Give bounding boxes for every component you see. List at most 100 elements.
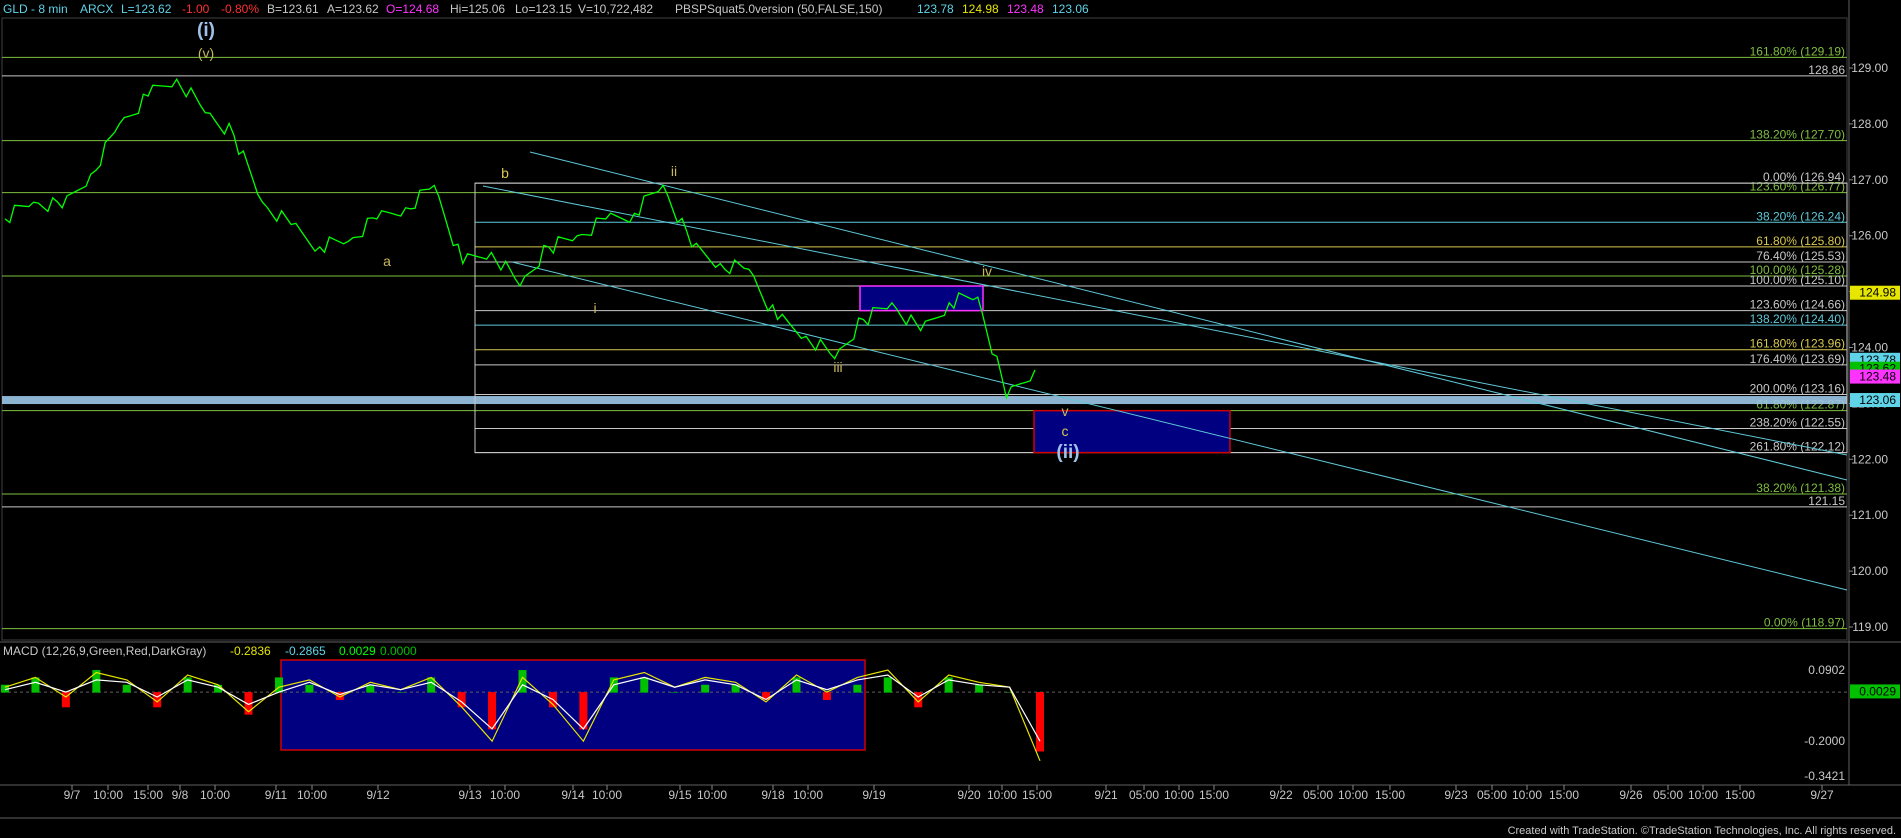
- fib-level-label: 38.20% (126.24): [1756, 209, 1845, 223]
- price-tag-label: 124.98: [1859, 286, 1896, 300]
- price-panel-frame: [1, 17, 1848, 641]
- macd-histogram-bar: [853, 684, 862, 693]
- x-tick-label: 9/15: [668, 788, 692, 802]
- x-tick-label: 05:00: [1303, 788, 1333, 802]
- wave-label: ii: [671, 163, 677, 179]
- x-tick-label: 9/22: [1269, 788, 1293, 802]
- macd-histogram-bar: [883, 677, 892, 693]
- x-tick-label: 9/21: [1094, 788, 1118, 802]
- wave-label: (i): [197, 20, 215, 41]
- y-tick-label: 120.00: [1851, 564, 1888, 578]
- x-tick-label: 9/19: [862, 788, 886, 802]
- price-tag-label: 123.48: [1859, 370, 1896, 384]
- macd-histogram-bar: [640, 677, 649, 693]
- x-tick-label: 15:00: [1022, 788, 1052, 802]
- macd-histogram-bar: [305, 684, 314, 693]
- fib-level-label: 123.60% (124.66): [1750, 298, 1845, 312]
- x-tick-label: 15:00: [1725, 788, 1755, 802]
- x-tick-label: 9/8: [172, 788, 189, 802]
- x-tick-label: 10:00: [200, 788, 230, 802]
- macd-histogram-bar: [670, 692, 679, 693]
- high-price: Hi=125.06: [450, 2, 505, 16]
- target-box-small: [859, 285, 984, 312]
- y-tick-label: 119.00: [1852, 620, 1888, 634]
- macd-value-3: 0.0029: [339, 644, 376, 658]
- fib-level-label: 238.20% (122.55): [1750, 416, 1845, 430]
- macd-y-tick-label: 0.0902: [1808, 663, 1845, 677]
- wave-label: c: [1062, 423, 1069, 439]
- macd-label: MACD (12,26,9,Green,Red,DarkGray): [3, 644, 206, 658]
- x-tick-label: 15:00: [1549, 788, 1579, 802]
- fib-level-label: 128.86: [1808, 63, 1845, 77]
- net-change: -1.00: [182, 2, 210, 16]
- price-tag-label: 123.06: [1859, 393, 1896, 407]
- macd-histogram-bar: [822, 692, 831, 700]
- channel-line: [511, 261, 1848, 591]
- macd-histogram-bar: [488, 692, 497, 730]
- fib-level-label: 161.80% (123.96): [1750, 337, 1845, 351]
- volume-label: V=10,722,482: [578, 2, 653, 16]
- x-tick-label: 10:00: [93, 788, 123, 802]
- x-tick-label: 05:00: [1477, 788, 1507, 802]
- wave-label: v: [1062, 403, 1069, 419]
- x-tick-label: 15:00: [1199, 788, 1229, 802]
- x-tick-label: 10:00: [987, 788, 1017, 802]
- indicator-value-3: 123.48: [1007, 2, 1044, 16]
- macd-header: MACD (12,26,9,Green,Red,DarkGray) -0.283…: [3, 644, 417, 658]
- x-tick-label: 05:00: [1653, 788, 1683, 802]
- macd-histogram-bar: [701, 684, 710, 693]
- ask-price: A=123.62: [327, 2, 379, 16]
- y-tick-label: 122.00: [1851, 452, 1888, 466]
- wave-label: iii: [833, 359, 842, 375]
- wave-label: iv: [982, 263, 992, 279]
- x-tick-label: 9/27: [1810, 788, 1834, 802]
- open-price: O=124.68: [386, 2, 439, 16]
- wave-label: a: [383, 253, 391, 269]
- macd-y-tick-label: -0.2000: [1804, 734, 1845, 748]
- y-tick-label: 129.00: [1851, 61, 1888, 75]
- macd-histogram-bar: [1036, 692, 1044, 752]
- x-tick-label: 9/12: [366, 788, 390, 802]
- fib-level-label: 0.00% (118.97): [1764, 616, 1845, 630]
- x-tick-label: 10:00: [1338, 788, 1368, 802]
- x-tick-label: 9/18: [761, 788, 785, 802]
- fib-level-label: 123.60% (126.77): [1750, 180, 1845, 194]
- fib-level-label: 121.15: [1808, 494, 1845, 508]
- wave-label: (v): [198, 45, 214, 61]
- x-tick-label: 10:00: [697, 788, 727, 802]
- x-tick-label: 10:00: [490, 788, 520, 802]
- low-price: Lo=123.15: [515, 2, 572, 16]
- fib-level-label: 76.40% (125.53): [1756, 249, 1845, 263]
- x-tick-label: 9/26: [1619, 788, 1643, 802]
- macd-histogram-bar: [274, 677, 283, 693]
- fib-level-label: 138.20% (124.40): [1750, 312, 1845, 326]
- x-tick-label: 10:00: [793, 788, 823, 802]
- x-tick-label: 10:00: [297, 788, 327, 802]
- indicator-value-1: 123.78: [917, 2, 954, 16]
- last-price: L=123.62: [121, 2, 172, 16]
- x-tick-label: 9/13: [458, 788, 482, 802]
- fib-level-label: 200.00% (123.16): [1750, 381, 1845, 395]
- pct-change: -0.80%: [221, 2, 259, 16]
- macd-histogram-bar: [579, 692, 588, 730]
- x-tick-label: 9/7: [64, 788, 81, 802]
- exchange-label: ARCX: [80, 2, 113, 16]
- macd-value-1: -0.2836: [230, 644, 271, 658]
- macd-histogram-bar: [122, 684, 131, 693]
- fib-level-label: 61.80% (125.80): [1756, 234, 1845, 248]
- x-tick-label: 15:00: [133, 788, 163, 802]
- x-tick-label: 05:00: [1129, 788, 1159, 802]
- chart-header: GLD - 8 min ARCX L=123.62 -1.00 -0.80% B…: [3, 2, 1089, 16]
- chart-window: GLD - 8 min ARCX L=123.62 -1.00 -0.80% B…: [0, 0, 1901, 838]
- macd-y-tick-label: -0.3421: [1804, 769, 1845, 783]
- symbol-label: GLD - 8 min: [3, 2, 68, 16]
- wave-label: (ii): [1056, 442, 1079, 463]
- macd-highlight-box: [280, 659, 866, 751]
- y-tick-label: 127.00: [1851, 173, 1888, 187]
- wave-label: i: [593, 300, 596, 316]
- x-tick-label: 10:00: [1164, 788, 1194, 802]
- y-tick-label: 126.00: [1851, 229, 1888, 243]
- bid-price: B=123.61: [267, 2, 319, 16]
- x-tick-label: 10:00: [592, 788, 622, 802]
- x-tick-label: 10:00: [1688, 788, 1718, 802]
